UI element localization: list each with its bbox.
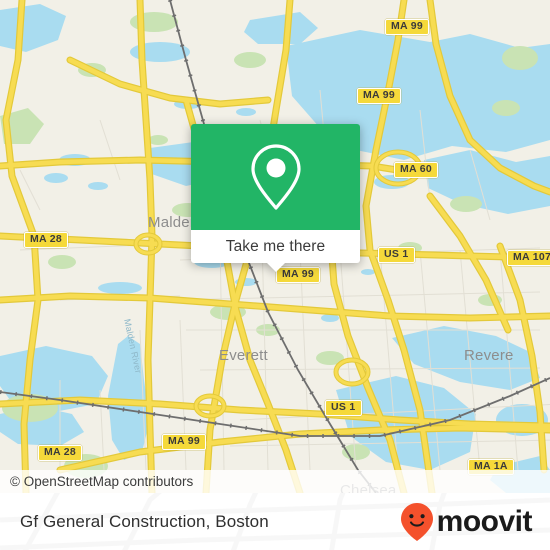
moovit-wordmark: moovit	[436, 504, 533, 538]
take-me-there-label: Take me there	[225, 237, 326, 255]
highway-shield-ma107[interactable]: MA 107	[507, 250, 550, 266]
highway-shield-us1-lower[interactable]: US 1	[325, 400, 362, 416]
highway-shield-ma60[interactable]: MA 60	[394, 162, 439, 178]
callout-header	[191, 124, 360, 230]
highway-shield-ma99-upper[interactable]: MA 99	[357, 88, 402, 104]
highway-shield-ma99-north[interactable]: MA 99	[385, 19, 430, 35]
moovit-brand[interactable]: moovit	[399, 493, 533, 550]
highway-shield-us1-upper[interactable]: US 1	[378, 247, 415, 263]
map-pin-icon	[250, 144, 301, 210]
callout-pointer	[266, 263, 285, 272]
highway-shield-ma28-upper[interactable]: MA 28	[24, 232, 69, 248]
map-label-everett: Everett	[219, 347, 268, 364]
place-title: Gf General Construction, Boston	[20, 512, 269, 531]
highway-shield-ma99-lower[interactable]: MA 99	[162, 434, 207, 450]
map-callout-card[interactable]: Take me there	[191, 124, 360, 272]
moovit-smiley-pin-icon	[400, 502, 433, 541]
moovit-map-screen: Malden Everett Revere Chelsea Malden Riv…	[0, 0, 550, 550]
map-label-revere: Revere	[464, 347, 514, 364]
highway-shield-ma28-lower[interactable]: MA 28	[38, 445, 83, 461]
map-attribution[interactable]: © OpenStreetMap contributors	[0, 470, 550, 493]
bottom-info-bar: Gf General Construction, Boston moovit	[0, 493, 550, 550]
callout-action[interactable]: Take me there	[191, 230, 360, 263]
